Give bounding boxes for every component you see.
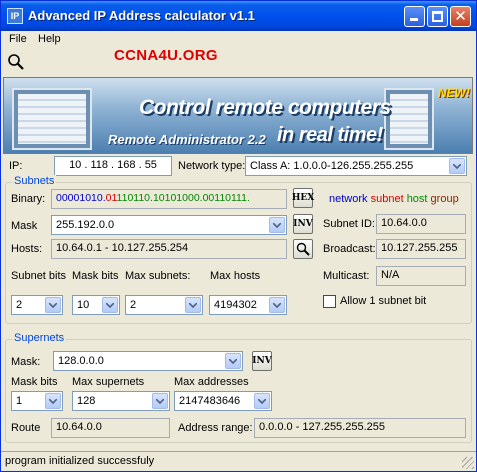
max-subnets-select[interactable]: 2: [125, 295, 203, 315]
supernet-mask-bits-value: 1: [16, 395, 23, 407]
chevron-down-icon[interactable]: [254, 393, 270, 409]
search-icon[interactable]: [7, 53, 25, 71]
subnet-id-field: 10.64.0.0: [376, 214, 466, 234]
subnet-bits-value: 2: [16, 299, 23, 311]
chevron-down-icon[interactable]: [45, 393, 61, 409]
broadcast-label: Broadcast:: [323, 243, 376, 255]
max-supernets-value: 128: [77, 395, 96, 407]
close-icon: ✕: [454, 8, 467, 25]
address-range-field: 0.0.0.0 - 127.255.255.255: [254, 418, 466, 438]
supernet-mask-value: 128.0.0.0: [58, 355, 104, 367]
chevron-down-icon[interactable]: [269, 297, 285, 313]
route-label: Route: [11, 422, 41, 434]
minimize-button[interactable]: [404, 6, 425, 27]
chevron-down-icon[interactable]: [152, 393, 168, 409]
supernet-mask-select[interactable]: 128.0.0.0: [53, 351, 243, 371]
status-bar: program initialized successfuly: [1, 451, 476, 471]
banner-headline: Control remote computers: [139, 96, 391, 119]
max-hosts-value: 4194302: [214, 299, 257, 311]
chevron-down-icon[interactable]: [449, 158, 465, 174]
subnets-group-title: Subnets: [12, 175, 57, 187]
max-hosts-select[interactable]: 4194302: [209, 295, 287, 315]
multicast-field: N/A: [376, 266, 466, 286]
app-icon: IP: [7, 8, 23, 24]
binary-host-part: 110110.10101000.00110111.: [116, 192, 250, 204]
hosts-label: Hosts:: [11, 243, 43, 255]
route-field: 10.64.0.0: [51, 418, 170, 438]
banner-screenshot-right: [384, 88, 434, 150]
subnet-id-label: Subnet ID:: [323, 218, 375, 230]
maximize-button[interactable]: [427, 6, 448, 27]
binary-subnet-part: 01: [105, 192, 117, 204]
max-supernets-label: Max supernets: [72, 376, 145, 388]
subnet-bits-select[interactable]: 2: [11, 295, 63, 315]
max-hosts-label: Max hosts: [210, 270, 261, 282]
menu-file[interactable]: File: [9, 33, 27, 45]
mask-bits-label: Mask bits: [72, 270, 119, 282]
subnet-bits-label: Subnet bits: [11, 270, 67, 282]
menu-bar: File Help: [1, 31, 476, 49]
banner-tagline: in real time!: [277, 124, 383, 146]
hex-button[interactable]: HEX: [292, 188, 314, 208]
ad-banner[interactable]: Control remote computers Remote Administ…: [3, 77, 473, 154]
mask-label: Mask: [11, 220, 38, 232]
network-type-value: Class A: 1.0.0.0-126.255.255.255: [250, 160, 414, 172]
max-subnets-label: Max subnets:: [125, 270, 191, 282]
max-addresses-label: Max addresses: [174, 376, 249, 388]
search-button[interactable]: [293, 239, 313, 259]
supernet-mask-bits-label: Mask bits: [11, 376, 58, 388]
inv-button[interactable]: INV: [293, 214, 313, 234]
search-icon: [296, 242, 310, 256]
resize-grip-icon[interactable]: [462, 457, 474, 469]
max-subnets-value: 2: [130, 299, 137, 311]
chevron-down-icon[interactable]: [185, 297, 201, 313]
supernet-mask-label: Mask:: [11, 356, 41, 368]
mask-bits-value: 10: [77, 299, 90, 311]
legend-group: group: [430, 193, 459, 205]
binary-display: 00001010.01110110.10101000.00110111.: [51, 189, 287, 209]
broadcast-field: 10.127.255.255: [376, 239, 466, 259]
app-window: IP Advanced IP Address calculator v1.1 ✕…: [0, 0, 477, 472]
menu-help[interactable]: Help: [38, 33, 61, 45]
chevron-down-icon[interactable]: [225, 353, 241, 369]
max-addresses-value: 2147483646: [179, 395, 241, 407]
close-button[interactable]: ✕: [450, 6, 471, 27]
hosts-field: 10.64.0.1 - 10.127.255.254: [51, 239, 287, 259]
chevron-down-icon[interactable]: [102, 297, 118, 313]
binary-network-part: 00001010.: [56, 192, 106, 204]
banner-product: Remote Administrator 2.2: [108, 132, 266, 147]
ip-input[interactable]: 10 . 118 . 168 . 55: [54, 156, 172, 176]
maximize-icon: [432, 11, 443, 22]
legend-host: host: [406, 193, 428, 205]
minimize-icon: [410, 18, 418, 21]
binary-label: Binary:: [11, 193, 46, 205]
supernet-mask-bits-select[interactable]: 1: [11, 391, 63, 411]
chevron-down-icon[interactable]: [269, 217, 285, 233]
multicast-label: Multicast:: [323, 270, 370, 282]
legend: network subnet host group: [329, 193, 459, 205]
network-type-select[interactable]: Class A: 1.0.0.0-126.255.255.255: [245, 156, 467, 176]
supernet-inv-button[interactable]: INV: [252, 351, 272, 371]
mask-value: 255.192.0.0: [56, 219, 115, 231]
address-range-label: Address range:: [178, 422, 253, 434]
ip-label: IP:: [9, 160, 23, 172]
max-supernets-select[interactable]: 128: [72, 391, 170, 411]
brand-text: CCNA4U.ORG: [114, 47, 218, 64]
banner-badge: NEW!: [438, 86, 470, 100]
allow-subnet-bit-label: Allow 1 subnet bit: [340, 295, 427, 307]
max-addresses-select[interactable]: 2147483646: [174, 391, 272, 411]
legend-subnet: subnet: [370, 193, 404, 205]
allow-subnet-bit-checkbox[interactable]: [323, 295, 336, 308]
mask-select[interactable]: 255.192.0.0: [51, 215, 287, 235]
window-title: Advanced IP Address calculator v1.1: [28, 8, 255, 23]
legend-network: network: [329, 193, 368, 205]
chevron-down-icon[interactable]: [45, 297, 61, 313]
banner-screenshot-left: [12, 88, 92, 150]
status-text: program initialized successfuly: [5, 455, 155, 467]
supernets-group-title: Supernets: [12, 332, 67, 344]
title-bar[interactable]: IP Advanced IP Address calculator v1.1 ✕: [1, 1, 476, 31]
network-type-label: Network type:: [178, 160, 246, 172]
mask-bits-select[interactable]: 10: [72, 295, 120, 315]
